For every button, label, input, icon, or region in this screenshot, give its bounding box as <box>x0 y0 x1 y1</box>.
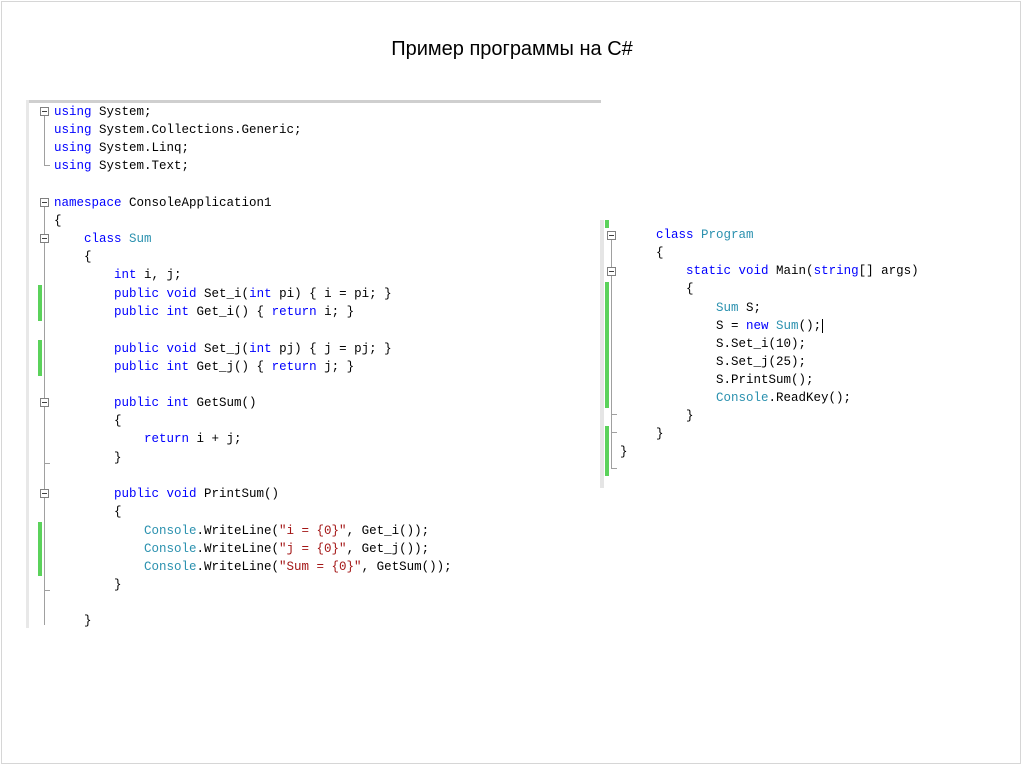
outline-line <box>44 116 45 165</box>
code-line: Console.WriteLine("j = {0}", Get_j()); <box>144 542 430 556</box>
code-line: S.PrintSum(); <box>656 373 814 387</box>
code-line: return i + j; <box>144 432 242 446</box>
code-line: using System.Collections.Generic; <box>54 123 302 137</box>
code-line: { <box>656 282 694 296</box>
outline-end <box>44 165 50 166</box>
code-line: S.Set_i(10); <box>656 337 807 351</box>
outline-end <box>44 590 50 591</box>
collapse-icon[interactable] <box>40 398 49 407</box>
collapse-icon[interactable] <box>607 231 616 240</box>
editor-margin <box>26 100 29 628</box>
code-line: int i, j; <box>114 268 182 282</box>
code-line: public int GetSum() <box>114 396 257 410</box>
text-cursor <box>822 319 824 333</box>
code-line: { <box>54 414 122 428</box>
change-marker <box>605 282 609 408</box>
code-line: Console.WriteLine("i = {0}", Get_i()); <box>144 524 430 538</box>
code-line: public void Set_i(int pi) { i = pi; } <box>114 287 392 301</box>
code-line: S = new Sum(); <box>716 319 824 333</box>
code-line: { <box>54 250 92 264</box>
code-line: Sum S; <box>716 301 762 315</box>
code-line: } <box>54 451 122 465</box>
code-line: using System; <box>54 105 152 119</box>
code-line: S.Set_j(25); <box>656 355 807 369</box>
change-marker <box>38 285 42 321</box>
code-line: public void PrintSum() <box>114 487 280 501</box>
code-line: { <box>54 214 62 228</box>
code-line: } <box>656 409 694 423</box>
change-marker <box>605 426 609 476</box>
code-line: } <box>620 445 628 459</box>
code-line: Console.ReadKey(); <box>716 391 852 405</box>
code-line: { <box>54 505 122 519</box>
code-line: class Program <box>656 228 754 242</box>
collapse-icon[interactable] <box>40 234 49 243</box>
change-marker <box>605 220 609 228</box>
outline-line <box>44 207 45 625</box>
collapse-icon[interactable] <box>40 489 49 498</box>
outline-end <box>611 468 617 469</box>
code-line: } <box>656 427 664 441</box>
collapse-icon[interactable] <box>40 198 49 207</box>
code-editor-program-class: class Program { static void Main(string[… <box>600 220 980 488</box>
code-line: Console.WriteLine("Sum = {0}", GetSum())… <box>144 560 452 574</box>
outline-end <box>611 414 617 415</box>
collapse-icon[interactable] <box>607 267 616 276</box>
code-line: static void Main(string[] args) <box>686 264 919 278</box>
outline-end <box>611 432 617 433</box>
collapse-icon[interactable] <box>40 107 49 116</box>
change-marker <box>38 340 42 376</box>
code-line: using System.Linq; <box>54 141 190 155</box>
code-line: public void Set_j(int pj) { j = pj; } <box>114 342 392 356</box>
code-line: using System.Text; <box>54 159 190 173</box>
code-line: } <box>54 578 122 592</box>
change-marker <box>38 522 42 576</box>
code-line: class Sum <box>84 232 152 246</box>
code-line: } <box>54 614 92 628</box>
editor-margin <box>600 220 604 488</box>
code-editor-sum-class: using System; using System.Collections.G… <box>26 100 601 628</box>
code-line: public int Get_j() { return j; } <box>114 360 355 374</box>
code-line: { <box>656 246 664 260</box>
code-line: namespace ConsoleApplication1 <box>54 196 272 210</box>
code-line: public int Get_i() { return i; } <box>114 305 355 319</box>
slide-title: Пример программы на C# <box>391 38 633 60</box>
outline-end <box>44 463 50 464</box>
